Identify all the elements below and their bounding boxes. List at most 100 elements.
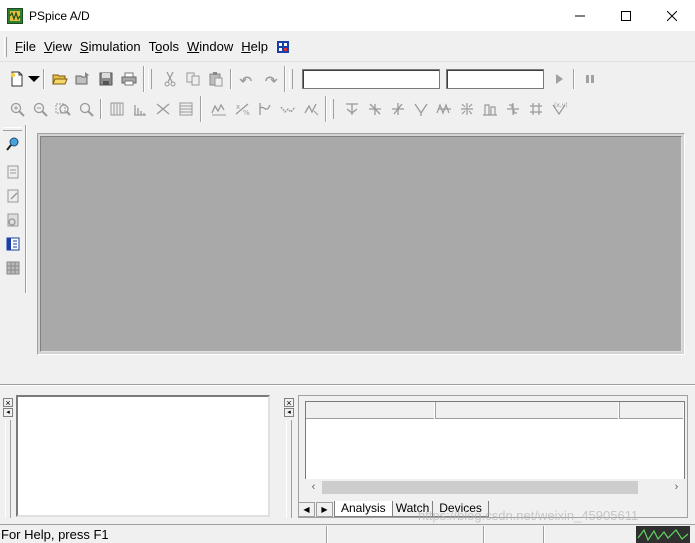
cursor-next-button[interactable] — [478, 98, 501, 120]
close-button[interactable] — [649, 0, 695, 31]
right-pane-collapse-button[interactable]: ◂ — [284, 408, 294, 417]
pattern-button[interactable] — [1, 257, 24, 279]
cursor-point-icon — [435, 102, 451, 115]
new-file-button[interactable] — [5, 68, 28, 90]
copy-button[interactable] — [181, 68, 204, 90]
add-trace-button[interactable] — [207, 98, 230, 120]
pane-splitter[interactable] — [0, 384, 695, 386]
netlist-icon — [6, 237, 19, 251]
status-list-header — [306, 402, 684, 419]
menu-bar: File View Simulation Tools Window Help — [0, 32, 695, 62]
zoom-fit-button[interactable] — [74, 98, 97, 120]
list-column-2[interactable] — [436, 402, 620, 419]
open-recent-icon — [75, 71, 89, 84]
cursor-mark-icon — [506, 102, 519, 115]
cursor-slope-button[interactable] — [363, 98, 386, 120]
right-pane-grip[interactable] — [286, 420, 292, 518]
status-bar: For Help, press F1 — [0, 524, 695, 543]
tab-next-button[interactable]: ▶ — [316, 502, 333, 517]
watermark: https://blog.csdn.net/weixin_45905611 — [418, 508, 639, 523]
context-help-icon — [277, 40, 290, 53]
open-button[interactable] — [48, 68, 71, 90]
edit-toolbar-group — [156, 65, 285, 92]
menu-file[interactable]: File — [11, 36, 40, 58]
zoom-in-button[interactable] — [5, 98, 28, 120]
zoom-out-button[interactable] — [28, 98, 51, 120]
cursor-freeze-button[interactable] — [524, 98, 547, 120]
netlist-button[interactable] — [1, 233, 24, 255]
open-recent-button[interactable] — [71, 68, 94, 90]
workspace-frame — [37, 133, 685, 355]
minimize-button[interactable] — [557, 0, 603, 31]
scroll-right-icon[interactable]: › — [668, 479, 685, 496]
cursor-min-icon — [391, 102, 404, 115]
run-combo[interactable] — [446, 68, 544, 89]
pause-button[interactable] — [578, 68, 601, 90]
cursor-min-button[interactable] — [386, 98, 409, 120]
view-output-icon — [7, 213, 18, 227]
output-window[interactable] — [16, 395, 270, 517]
menu-tools[interactable]: Tools — [145, 36, 183, 58]
cut-button[interactable] — [158, 68, 181, 90]
log-x-button[interactable] — [105, 98, 128, 120]
print-button[interactable] — [117, 68, 140, 90]
fourier-button[interactable] — [128, 98, 151, 120]
left-pane-close-button[interactable]: × — [3, 398, 13, 408]
eval-measure-button[interactable]: x% — [230, 98, 253, 120]
simulation-activity-icon — [636, 526, 690, 543]
mark-label-button[interactable] — [276, 98, 299, 120]
log-y-button[interactable] — [174, 98, 197, 120]
mark-data-button[interactable]: (x,y) — [547, 98, 570, 120]
menu-view[interactable]: View — [40, 36, 76, 58]
save-icon — [99, 72, 112, 85]
left-pane-grip[interactable] — [5, 420, 11, 518]
profile-combo[interactable] — [302, 68, 440, 89]
cursor-search-button[interactable] — [455, 98, 478, 120]
workspace-area[interactable] — [40, 136, 682, 352]
paste-button[interactable] — [204, 68, 227, 90]
cursor-freeze-icon — [529, 102, 542, 115]
cursor-peak-icon — [303, 103, 318, 115]
zoom-area-icon — [55, 103, 71, 116]
cursor-peak-button[interactable] — [299, 98, 322, 120]
zoom-area-button[interactable] — [51, 98, 74, 120]
menu-window[interactable]: Window — [183, 36, 237, 58]
log-x-icon — [110, 102, 123, 115]
chevron-down-icon — [28, 75, 40, 82]
pause-icon — [585, 74, 594, 83]
cursor-mark-button[interactable] — [501, 98, 524, 120]
scroll-left-icon[interactable]: ‹ — [305, 479, 322, 496]
new-file-dropdown[interactable] — [28, 68, 40, 90]
horizontal-scrollbar[interactable]: ‹ › — [305, 479, 685, 496]
edit-profile-button[interactable] — [1, 185, 24, 207]
probe-button[interactable] — [1, 133, 24, 155]
list-column-1[interactable] — [306, 402, 436, 419]
performance-button[interactable] — [151, 98, 174, 120]
tab-analysis[interactable]: Analysis — [334, 501, 393, 517]
cursor-point-button[interactable] — [432, 98, 455, 120]
run-button[interactable] — [547, 68, 570, 90]
add-plot-button[interactable] — [253, 98, 276, 120]
left-pane-collapse-button[interactable]: ◂ — [3, 408, 13, 417]
context-help-button[interactable] — [272, 36, 295, 58]
menu-help[interactable]: Help — [237, 36, 272, 58]
tab-prev-button[interactable]: ◀ — [298, 502, 315, 517]
view-output-button[interactable] — [1, 209, 24, 231]
zoom-fit-icon — [79, 102, 94, 117]
list-column-3[interactable] — [620, 402, 684, 419]
scroll-thumb[interactable] — [322, 481, 638, 494]
undo-button[interactable] — [235, 68, 258, 90]
redo-button[interactable] — [258, 68, 281, 90]
cursor-max-button[interactable] — [409, 98, 432, 120]
right-pane-close-button[interactable]: × — [284, 398, 294, 408]
standard-toolbar — [0, 64, 695, 93]
maximize-button[interactable] — [603, 0, 649, 31]
sim-profile-button[interactable] — [1, 161, 24, 183]
menu-simulation[interactable]: Simulation — [76, 36, 145, 58]
log-y-icon — [179, 102, 192, 115]
menu-grip[interactable] — [4, 36, 7, 57]
paste-icon — [209, 71, 222, 86]
cursor-trough-button[interactable] — [340, 98, 363, 120]
new-file-icon — [10, 71, 22, 86]
save-button[interactable] — [94, 68, 117, 90]
